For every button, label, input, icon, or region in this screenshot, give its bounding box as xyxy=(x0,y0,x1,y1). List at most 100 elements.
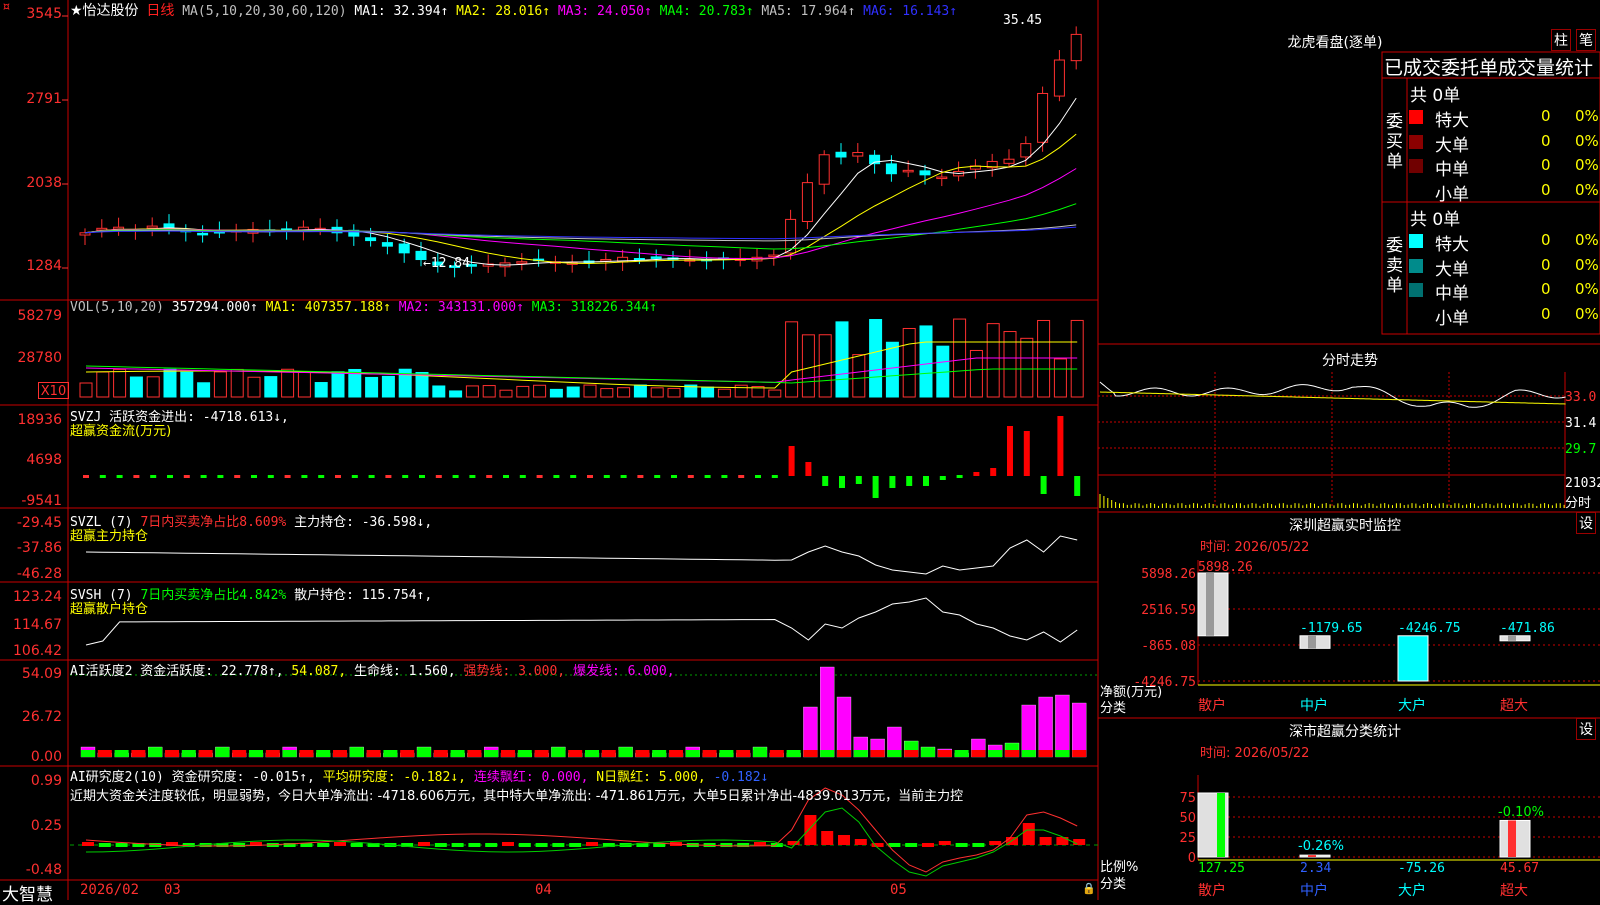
volume-label: VOL(5,10,20) xyxy=(70,300,164,315)
volume-bar xyxy=(1070,319,1084,398)
sz-stats-value-2: -75.26 xyxy=(1398,861,1445,876)
sz-stats-settings-button[interactable]: 设 xyxy=(1576,718,1596,740)
buy-side-label: 委买单 xyxy=(1386,112,1403,172)
svsh-value: 散户持仓: 115.754↑, xyxy=(294,588,433,603)
sz-stats-ytick-3: 0 xyxy=(1188,851,1196,866)
volume-bar xyxy=(969,349,983,398)
volume-bar xyxy=(549,388,563,398)
svzj-tick-2: 4698 xyxy=(26,452,62,468)
ai-active-base xyxy=(618,750,633,757)
volume-bar xyxy=(1020,337,1034,398)
volume-bar xyxy=(1003,331,1017,398)
sz-monitor-value-0: 5898.26 xyxy=(1198,560,1253,575)
svzj-bar xyxy=(855,476,862,484)
svzj-bar xyxy=(1057,416,1064,476)
sz-stats-bar-accent-3 xyxy=(1508,820,1516,857)
ai-research-bar xyxy=(233,843,246,847)
sz-monitor-cat-1: 中户 xyxy=(1300,697,1328,714)
sz-monitor-ytick-0: 5898.26 xyxy=(1141,567,1196,582)
ai-research-green-line xyxy=(85,807,1078,877)
buy-row-count-1: 0 xyxy=(1541,131,1551,150)
ai-active-base xyxy=(299,750,314,757)
svzj-tick xyxy=(536,475,543,478)
candle-body xyxy=(1037,92,1049,143)
volume-bar xyxy=(365,376,379,398)
sell-row-name-2: 中单 xyxy=(1435,284,1469,304)
tick-mode-button[interactable]: 笔 xyxy=(1576,29,1596,51)
ai-active-base xyxy=(1055,750,1070,757)
ai-active-base xyxy=(517,750,532,757)
candle-body xyxy=(902,169,914,173)
svzj-tick xyxy=(587,475,593,478)
svzj-tick-1: 18936 xyxy=(17,412,62,428)
ai-active-base xyxy=(736,750,751,757)
svzj-tick xyxy=(368,475,375,478)
buy-row-count-3: 0 xyxy=(1541,180,1551,199)
volume-bar xyxy=(717,388,731,398)
volume-bar xyxy=(852,354,866,398)
sell-row-count-1: 0 xyxy=(1541,255,1551,274)
candle-body xyxy=(885,163,897,175)
period-label[interactable]: 日线 xyxy=(146,3,174,19)
ma-line xyxy=(84,133,1077,265)
volume-bar xyxy=(163,368,177,398)
sz-stats-bar-accent-1 xyxy=(1308,855,1316,857)
ai-active-base xyxy=(803,750,818,757)
candle-body xyxy=(818,154,830,185)
sz-stats-top-a: -0.26% xyxy=(1298,839,1344,854)
svzl-tick-2: -37.86 xyxy=(16,540,62,556)
ai-active-base xyxy=(887,750,902,757)
ma-value-3: MA3: 24.050↑ xyxy=(550,4,652,19)
volume-ma-3: MA3: 318226.344↑ xyxy=(523,300,658,315)
ai-active-base xyxy=(181,750,196,757)
candle-body xyxy=(1003,158,1015,164)
volume-bar xyxy=(264,376,278,398)
ai-research-bar xyxy=(350,843,363,847)
ai-active-base xyxy=(400,750,415,757)
buy-row-pct-1: 0% xyxy=(1575,131,1599,150)
sz-monitor-settings-button[interactable]: 设 xyxy=(1576,512,1596,534)
date-label-apr: 04 xyxy=(535,882,552,898)
candle-body xyxy=(852,152,864,157)
main-chart-canvas[interactable]: 5898.26 2516.59 -865.08 -4246.75 5898.26 散户 -1… xyxy=(0,0,1600,900)
volume-bar xyxy=(785,321,799,398)
ai-active-bar xyxy=(1072,702,1087,758)
sz-monitor-time: 时间: 2026/05/22 xyxy=(1200,540,1310,555)
buy-row-swatch-0 xyxy=(1409,110,1423,124)
ai-active-base xyxy=(316,750,331,757)
ai-research-bar xyxy=(552,843,565,847)
svzj-tick xyxy=(738,475,745,478)
volume-bar xyxy=(281,368,295,398)
ai-active-base xyxy=(820,750,835,757)
ma-line xyxy=(84,203,1077,250)
sz-monitor-ytick-1: 2516.59 xyxy=(1141,603,1196,618)
buy-row-name-3: 小单 xyxy=(1435,184,1469,205)
volume-bar xyxy=(314,382,328,398)
candle-body xyxy=(197,232,209,236)
volume-bar xyxy=(566,386,580,398)
candle-body xyxy=(398,243,410,254)
volume-unit-badge[interactable]: X10 xyxy=(38,382,69,399)
volume-bar xyxy=(801,334,815,398)
ai-strong-line: 强势线: 3.000, xyxy=(463,664,566,679)
sz-monitor-xlabel: 分类 xyxy=(1100,701,1127,716)
ai-active-base xyxy=(165,750,179,757)
svzj-bar xyxy=(872,476,879,498)
ai-research-bar xyxy=(838,835,850,845)
volume-bar xyxy=(583,384,597,398)
ai-active-base xyxy=(870,750,885,757)
sz-stats-cat-1: 中户 xyxy=(1300,882,1328,899)
ai-research-extra: -0.182↓ xyxy=(713,770,769,785)
svzj-tick xyxy=(519,475,526,478)
lock-icon[interactable]: 🔒 xyxy=(1082,882,1096,895)
ai-research-bar xyxy=(468,843,481,847)
bar-mode-button[interactable]: 柱 xyxy=(1551,29,1571,51)
svzj-tick xyxy=(251,475,257,478)
ai-active-base xyxy=(551,750,566,757)
volume-bar xyxy=(617,387,631,398)
sz-stats-top-b: -0.10% xyxy=(1498,805,1544,820)
ma-values: MA1: 32.394↑ MA2: 28.016↑ MA3: 24.050↑ M… xyxy=(354,4,957,19)
sz-stats-ytick-0: 75 xyxy=(1179,791,1196,806)
ai-active-base xyxy=(265,750,280,757)
ma-label: MA(5,10,20,30,60,120) xyxy=(182,4,347,19)
